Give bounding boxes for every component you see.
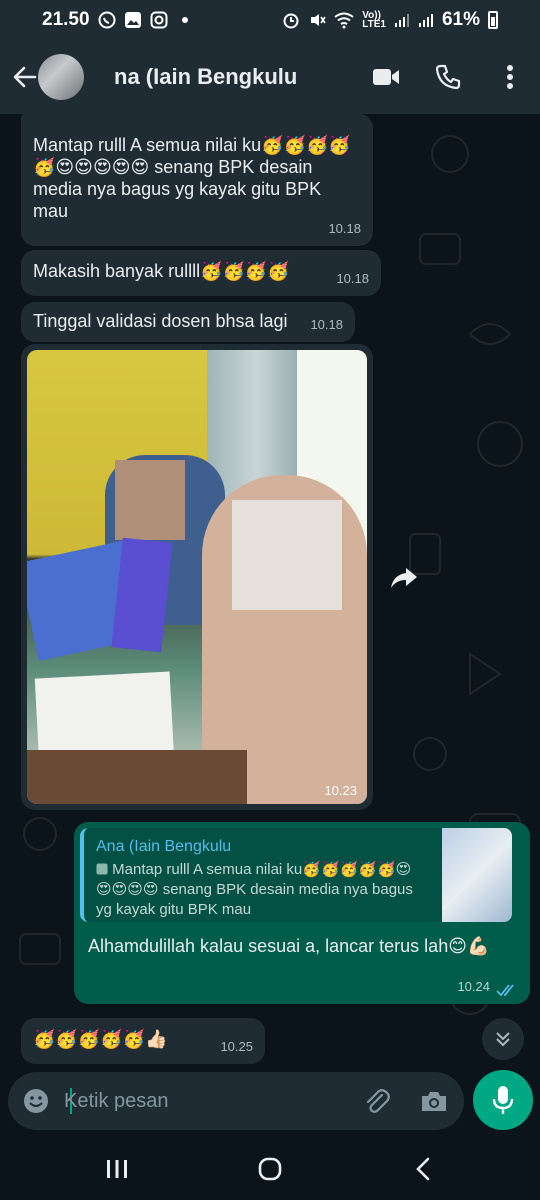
forward-button[interactable]	[384, 558, 424, 598]
avatar[interactable]	[38, 54, 84, 100]
system-nav-bar	[0, 1138, 540, 1200]
wifi-icon	[334, 12, 354, 29]
gallery-notification-icon	[124, 12, 141, 28]
outgoing-message[interactable]: Ana (Iain Bengkulu Mantap rulll A semua …	[74, 822, 530, 1004]
photo-blurred-face	[232, 500, 342, 610]
volte-label: Vo)) LTE1	[362, 11, 386, 30]
quoted-text: Mantap rulll A semua nilai ku🥳🥳🥳🥳🥳😍😍😍😍😍 …	[96, 860, 416, 920]
shared-photo[interactable]: 10.23	[27, 350, 367, 804]
incoming-message[interactable]: Mantap rulll A semua nilai ku🥳🥳🥳🥳🥳😍😍😍😍😍 …	[21, 114, 373, 246]
status-right: Vo)) LTE1 61%	[282, 9, 498, 31]
read-tick-icon	[496, 984, 514, 997]
battery-icon	[488, 11, 498, 29]
instagram-notification-icon	[150, 11, 168, 29]
photo-blurred-face	[115, 460, 185, 540]
message-input-bar	[0, 1068, 540, 1138]
camera-button[interactable]	[416, 1083, 452, 1119]
chevron-left-icon	[416, 1157, 430, 1181]
message-text: Makasih banyak rullll🥳🥳🥳🥳	[33, 261, 290, 281]
arrow-left-icon	[13, 66, 37, 88]
quoted-photo-thumbnail	[442, 828, 512, 922]
message-input-container[interactable]	[8, 1072, 464, 1130]
message-text: Tinggal validasi dosen bhsa lagi	[33, 311, 288, 331]
message-time: 10.18	[336, 271, 369, 286]
quoted-text-content: Mantap rulll A semua nilai ku🥳🥳🥳🥳🥳😍😍😍😍😍 …	[96, 861, 413, 918]
mute-icon	[311, 14, 326, 26]
back-nav-button[interactable]	[393, 1144, 453, 1194]
camera-icon	[422, 1092, 446, 1111]
home-icon	[258, 1157, 282, 1181]
message-text: Alhamdulillah kalau sesuai a, lancar ter…	[88, 936, 490, 956]
signal-icon-2	[418, 14, 433, 27]
scroll-to-bottom-button[interactable]	[482, 1018, 524, 1060]
more-notifications-dot-icon	[181, 17, 188, 23]
signal-icon-1	[394, 14, 409, 27]
whatsapp-notification-icon	[98, 11, 116, 29]
photo-table	[27, 750, 247, 804]
home-button[interactable]	[240, 1144, 300, 1194]
message-time: 10.23	[324, 783, 357, 798]
status-time: 21.50	[42, 9, 90, 30]
voice-call-button[interactable]	[428, 57, 468, 97]
video-camera-icon	[373, 69, 399, 85]
battery-percent: 61%	[441, 9, 480, 30]
status-bar: 21.50 Vo)) LTE1 61%	[0, 0, 540, 40]
attach-button[interactable]	[358, 1083, 394, 1119]
message-input[interactable]	[64, 1084, 344, 1118]
photo-booklet	[111, 537, 173, 653]
status-left: 21.50	[42, 9, 188, 31]
quoted-sender: Ana (Iain Bengkulu	[96, 838, 232, 855]
incoming-message[interactable]: Makasih banyak rullll🥳🥳🥳🥳 10.18	[21, 250, 381, 296]
message-text: Mantap rulll A semua nilai ku🥳🥳🥳🥳🥳😍😍😍😍😍 …	[33, 135, 351, 221]
message-time: 10.18	[310, 317, 343, 332]
emoji-face-icon	[24, 1089, 48, 1113]
menu-button[interactable]	[490, 57, 530, 97]
paperclip-icon	[366, 1089, 390, 1113]
video-call-button[interactable]	[366, 57, 406, 97]
chat-title[interactable]: na (Iain Bengkulu	[114, 64, 366, 90]
microphone-icon	[492, 1086, 514, 1114]
more-vertical-icon	[507, 65, 513, 89]
alarm-icon	[283, 13, 299, 29]
image-icon	[96, 863, 108, 875]
volte-bottom: LTE1	[362, 19, 386, 30]
chat-area[interactable]: Mantap rulll A semua nilai ku🥳🥳🥳🥳🥳😍😍😍😍😍 …	[0, 114, 540, 1086]
message-time: 10.24	[457, 979, 490, 994]
voice-message-button[interactable]	[473, 1070, 533, 1130]
message-time: 10.18	[328, 221, 361, 236]
incoming-message[interactable]: 🥳🥳🥳🥳🥳👍🏻 10.25	[21, 1018, 265, 1064]
recent-apps-button[interactable]	[87, 1144, 147, 1194]
phone-icon	[435, 64, 461, 90]
chat-header: na (Iain Bengkulu	[0, 40, 540, 114]
double-chevron-down-icon	[496, 1032, 510, 1047]
emoji-button[interactable]	[18, 1083, 54, 1119]
back-button[interactable]	[8, 60, 42, 94]
share-arrow-icon	[391, 568, 417, 588]
recent-apps-icon	[106, 1160, 127, 1178]
message-time: 10.25	[220, 1039, 253, 1054]
quoted-reply[interactable]: Ana (Iain Bengkulu Mantap rulll A semua …	[80, 828, 512, 922]
incoming-message[interactable]: Tinggal validasi dosen bhsa lagi 10.18	[21, 302, 355, 342]
